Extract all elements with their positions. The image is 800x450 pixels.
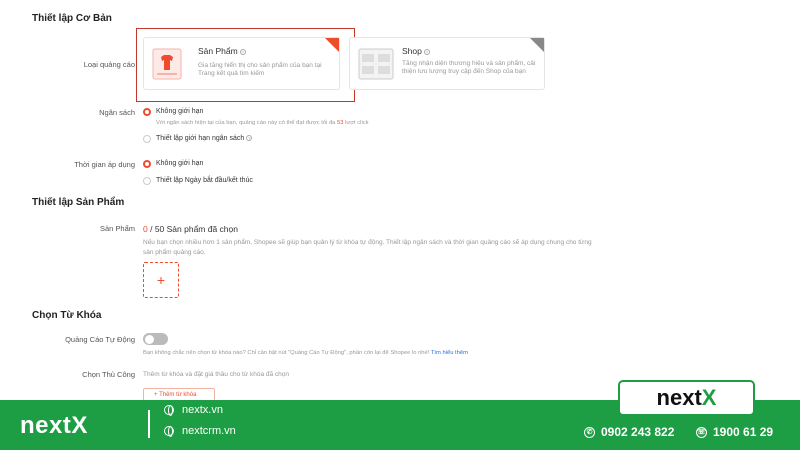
product-count-text: / 50 Sản phẩm đã chọn [147,224,238,234]
manual-hint: Thêm từ khóa và đặt giá thầu cho từ khóa… [143,371,290,378]
add-product-button[interactable]: + [143,262,179,298]
corner-icon [530,38,544,52]
globe-icon [164,405,174,417]
hotline-icon: ☏ [696,427,707,439]
footer-phone-1-text: 0902 243 822 [601,425,675,439]
budget-hint-post: lượt click [343,120,369,126]
footer-website-1[interactable]: nextx.vn [164,404,223,417]
budget-hint-pre: Với ngân sách hiện tại của bạn, quảng cá… [156,120,338,126]
budget-unlimited-radio[interactable] [143,108,151,116]
phone-icon: ✆ [584,427,595,439]
time-label: Thời gian áp dụng [74,160,135,169]
footer-website-1-text: nextx.vn [182,404,223,416]
footer-website-2[interactable]: nextcrm.vn [164,425,236,438]
shop-card-desc: Tăng nhận diện thương hiệu và sản phẩm, … [402,60,536,75]
globe-icon [164,426,174,438]
products-label: Sản Phẩm [99,224,135,233]
logo-text-x: X [701,385,717,410]
auto-ad-hint: Bạn không chắc nên chọn từ khóa nào? Chỉ… [143,350,468,356]
manual-label: Chọn Thủ Công [82,370,135,379]
product-count: 0 / 50 Sản phẩm đã chọn [143,224,238,234]
budget-limit-label: Thiết lập giới hạn ngân sách? [156,135,253,142]
learn-more-link[interactable]: Tìm hiểu thêm [431,350,468,356]
shop-card-title: Shop? [402,46,430,56]
section-title-keywords: Chọn Từ Khóa [32,310,102,321]
help-icon[interactable]: ? [246,135,253,142]
products-hint-line2: sản phẩm quảng cáo. [143,249,206,256]
nextx-logo: nextX [618,380,755,416]
footer-phone-2[interactable]: ☏ 1900 61 29 [696,425,773,439]
footer-brand: nextX [20,412,88,439]
footer-phone-1[interactable]: ✆ 0902 243 822 [584,425,674,439]
section-title-products: Thiết lập Sản Phẩm [32,197,125,208]
time-unlimited-radio[interactable] [143,160,151,168]
shop-card-title-text: Shop [402,46,422,56]
section-title-basic: Thiết lập Cơ Bản [32,13,112,24]
auto-ad-label: Quảng Cáo Tự Động [65,335,135,344]
footer-website-2-text: nextcrm.vn [182,425,236,437]
help-icon[interactable]: ? [423,48,430,55]
time-range-radio[interactable] [143,177,151,185]
time-range-label: Thiết lập Ngày bắt đầu/kết thúc [156,177,253,184]
time-unlimited-label: Không giới hạn [156,160,204,167]
shop-ad-card[interactable]: Shop? Tăng nhận diện thương hiệu và sản … [349,37,545,90]
budget-label: Ngân sách [99,108,135,117]
footer-divider [148,410,150,438]
logo-text-main: next [656,385,702,410]
budget-hint: Với ngân sách hiện tại của bạn, quảng cá… [156,120,369,126]
auto-ad-hint-text: Bạn không chắc nên chọn từ khóa nào? Chỉ… [143,350,431,356]
toggle-knob [144,334,154,344]
footer-phone-2-text: 1900 61 29 [713,425,774,439]
products-hint-line1: Nếu bạn chọn nhiều hơn 1 sản phẩm, Shope… [143,239,592,246]
highlight-frame [136,28,355,102]
budget-unlimited-label: Không giới hạn [156,108,204,115]
budget-limit-radio[interactable] [143,135,151,143]
budget-limit-text: Thiết lập giới hạn ngân sách [156,135,245,142]
auto-ad-toggle[interactable] [143,333,168,345]
shop-card-illustration [358,48,394,80]
ad-type-label: Loại quảng cáo [83,60,135,69]
